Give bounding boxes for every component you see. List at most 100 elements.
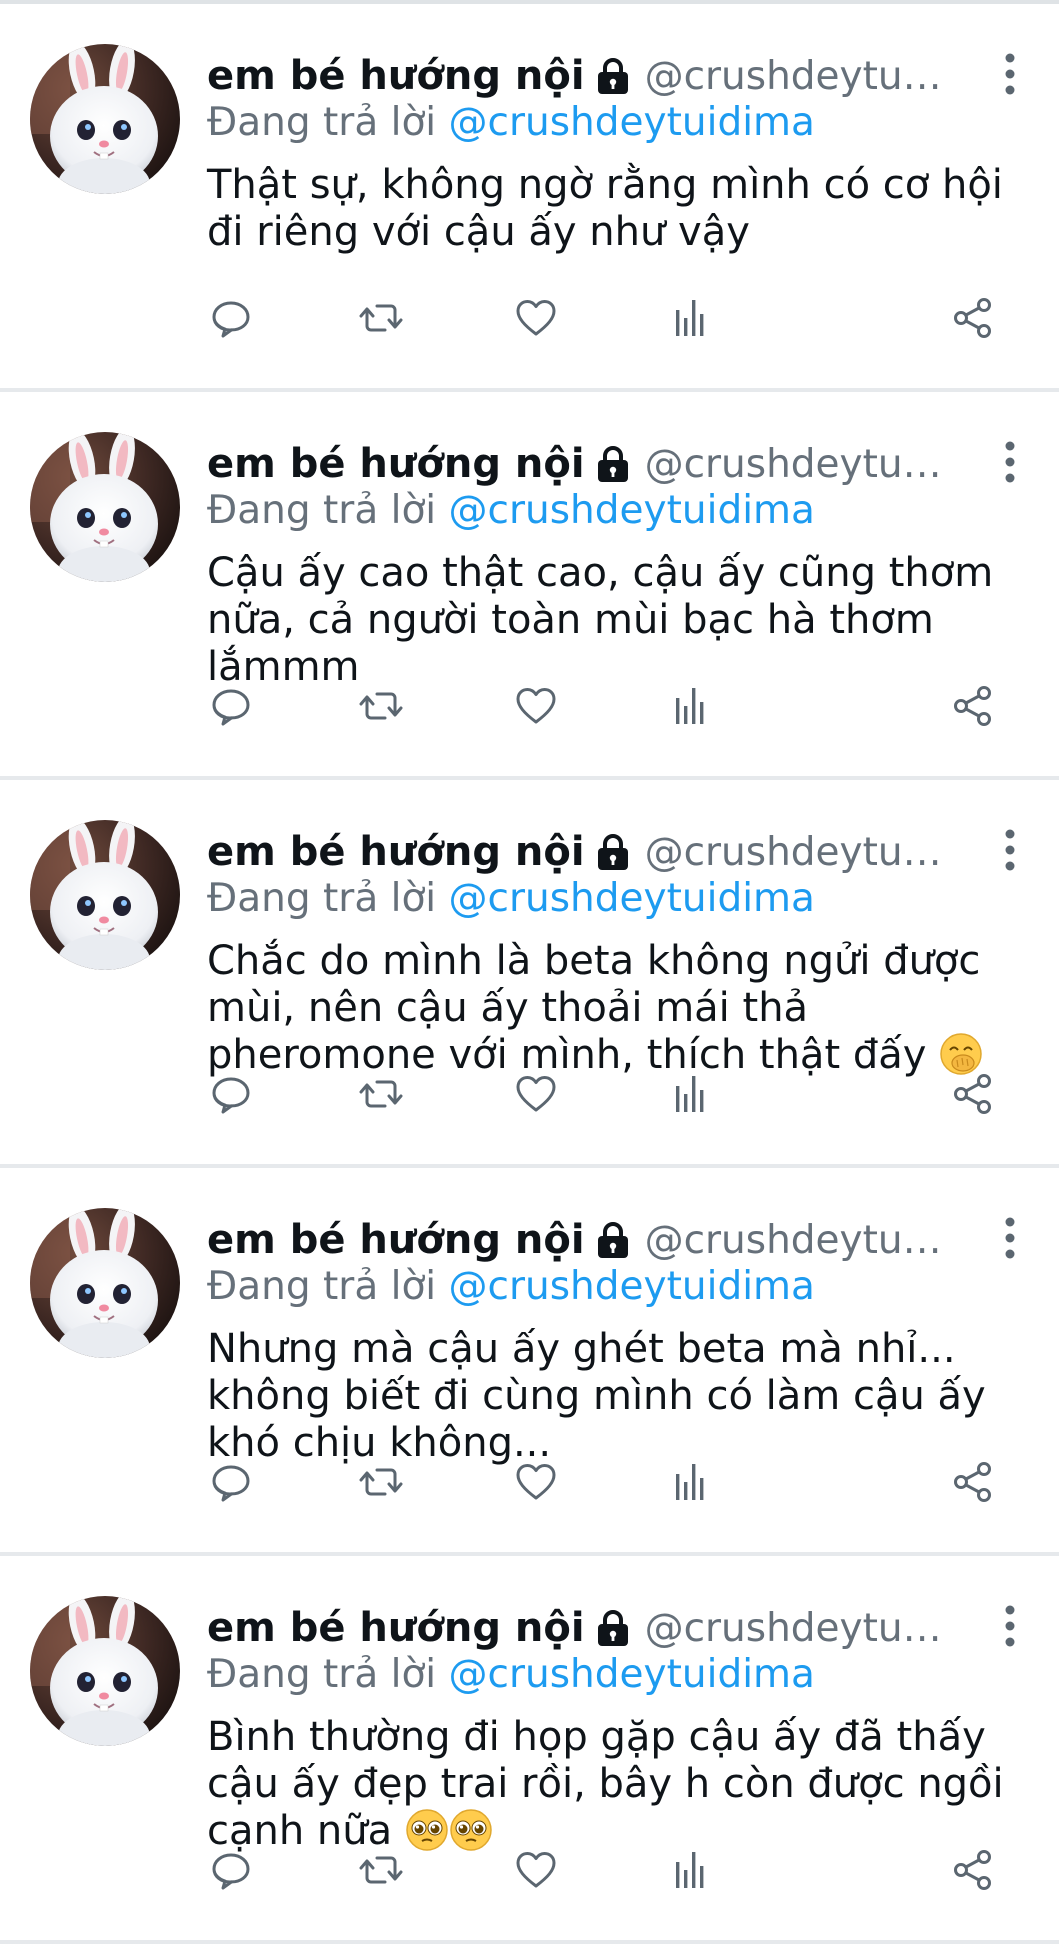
display-name[interactable]: em bé hướng nội	[207, 441, 585, 487]
user-handle[interactable]: @crushdeytuidi···	[645, 1218, 947, 1263]
replying-to: Đang trả lời @crushdeytuidima	[207, 100, 815, 145]
views-button[interactable]	[665, 294, 713, 342]
tweet[interactable]: em bé hướng nội @crushdeytuidi··· Đang t…	[0, 1556, 1059, 1944]
more-vertical-icon[interactable]	[1003, 440, 1017, 484]
retweet-icon	[359, 1080, 403, 1108]
lock-icon	[595, 1220, 631, 1260]
display-name[interactable]: em bé hướng nội	[207, 53, 585, 99]
lock-icon	[595, 1608, 631, 1648]
like-button[interactable]	[512, 294, 560, 342]
analytics-bars-icon	[676, 1076, 704, 1112]
tweet-feed: em bé hướng nội @crushdeytuidi··· Đang t…	[0, 0, 1059, 1944]
share-button[interactable]	[949, 682, 997, 730]
replying-to: Đang trả lời @crushdeytuidima	[207, 1264, 815, 1309]
reply-bubble-icon	[212, 301, 250, 338]
views-button[interactable]	[665, 1070, 713, 1118]
tweet-header: em bé hướng nội @crushdeytuidi···	[207, 436, 947, 492]
analytics-bars-icon	[676, 300, 704, 336]
user-handle[interactable]: @crushdeytuidi···	[645, 54, 947, 99]
lock-icon	[595, 56, 631, 96]
like-button[interactable]	[512, 682, 560, 730]
share-button[interactable]	[949, 1846, 997, 1894]
reply-mention-link[interactable]: @crushdeytuidima	[449, 1264, 815, 1309]
retweet-button[interactable]	[357, 1846, 405, 1894]
replying-to: Đang trả lời @crushdeytuidima	[207, 488, 815, 533]
heart-icon	[516, 688, 556, 724]
tweet-header: em bé hướng nội @crushdeytuidi···	[207, 48, 947, 104]
rabbit-avatar-icon	[30, 432, 180, 582]
more-vertical-icon[interactable]	[1003, 52, 1017, 96]
views-button[interactable]	[665, 682, 713, 730]
display-name[interactable]: em bé hướng nội	[207, 829, 585, 875]
rabbit-avatar-icon	[30, 1596, 180, 1746]
tweet-text-content: Cậu ấy cao thật cao, cậu ấy cũng thơm nữ…	[207, 550, 994, 690]
tweet-actions	[207, 682, 997, 730]
views-button[interactable]	[665, 1458, 713, 1506]
tweet-header: em bé hướng nội @crushdeytuidi···	[207, 1212, 947, 1268]
avatar[interactable]	[30, 1596, 180, 1746]
like-button[interactable]	[512, 1070, 560, 1118]
retweet-button[interactable]	[357, 294, 405, 342]
share-icon	[954, 298, 991, 338]
avatar[interactable]	[30, 1208, 180, 1358]
replying-to-label: Đang trả lời	[207, 100, 449, 145]
like-button[interactable]	[512, 1846, 560, 1894]
analytics-bars-icon	[676, 688, 704, 724]
tweet[interactable]: em bé hướng nội @crushdeytuidi··· Đang t…	[0, 1168, 1059, 1556]
share-icon	[954, 686, 991, 726]
views-button[interactable]	[665, 1846, 713, 1894]
reply-bubble-icon	[212, 1077, 250, 1114]
user-handle[interactable]: @crushdeytuidi···	[645, 1606, 947, 1651]
retweet-icon	[359, 304, 403, 332]
reply-button[interactable]	[207, 682, 255, 730]
analytics-bars-icon	[676, 1464, 704, 1500]
tweet[interactable]: em bé hướng nội @crushdeytuidi··· Đang t…	[0, 4, 1059, 392]
tweet-text-content: Nhưng mà cậu ấy ghét beta mà nhỉ... khôn…	[207, 1326, 986, 1466]
user-handle[interactable]: @crushdeytuidi···	[645, 830, 947, 875]
share-button[interactable]	[949, 1458, 997, 1506]
retweet-button[interactable]	[357, 1458, 405, 1506]
share-button[interactable]	[949, 1070, 997, 1118]
tweet[interactable]: em bé hướng nội @crushdeytuidi··· Đang t…	[0, 392, 1059, 780]
retweet-icon	[359, 1468, 403, 1496]
tweet-text-content: Thật sự, không ngờ rằng mình có cơ hội đ…	[207, 162, 1003, 255]
more-vertical-icon[interactable]	[1003, 1604, 1017, 1648]
more-vertical-icon[interactable]	[1003, 828, 1017, 872]
reply-mention-link[interactable]: @crushdeytuidima	[449, 1652, 815, 1697]
user-handle[interactable]: @crushdeytuidi···	[645, 442, 947, 487]
like-button[interactable]	[512, 1458, 560, 1506]
tweet-actions	[207, 294, 997, 342]
tweet[interactable]: em bé hướng nội @crushdeytuidi··· Đang t…	[0, 780, 1059, 1168]
avatar[interactable]	[30, 820, 180, 970]
retweet-icon	[359, 1856, 403, 1884]
tweet-text-content: Bình thường đi họp gặp cậu ấy đã thấy cậ…	[207, 1714, 1004, 1854]
reply-button[interactable]	[207, 1458, 255, 1506]
analytics-bars-icon	[676, 1852, 704, 1888]
retweet-button[interactable]	[357, 682, 405, 730]
display-name[interactable]: em bé hướng nội	[207, 1217, 585, 1263]
tweet-text-content: Chắc do mình là beta không ngửi được mùi…	[207, 938, 981, 1078]
retweet-button[interactable]	[357, 1070, 405, 1118]
share-button[interactable]	[949, 294, 997, 342]
reply-button[interactable]	[207, 1846, 255, 1894]
heart-icon	[516, 300, 556, 336]
tweet-text: Cậu ấy cao thật cao, cậu ấy cũng thơm nữ…	[207, 550, 1027, 691]
reply-mention-link[interactable]: @crushdeytuidima	[449, 876, 815, 921]
display-name[interactable]: em bé hướng nội	[207, 1605, 585, 1651]
heart-icon	[516, 1852, 556, 1888]
avatar[interactable]	[30, 432, 180, 582]
avatar[interactable]	[30, 44, 180, 194]
retweet-icon	[359, 692, 403, 720]
more-vertical-icon[interactable]	[1003, 1216, 1017, 1260]
reply-bubble-icon	[212, 689, 250, 726]
replying-to: Đang trả lời @crushdeytuidima	[207, 1652, 815, 1697]
reply-mention-link[interactable]: @crushdeytuidima	[449, 488, 815, 533]
reply-button[interactable]	[207, 294, 255, 342]
reply-mention-link[interactable]: @crushdeytuidima	[449, 100, 815, 145]
tweet-text: Chắc do mình là beta không ngửi được mùi…	[207, 938, 1027, 1079]
replying-to-label: Đang trả lời	[207, 1264, 449, 1309]
share-icon	[954, 1850, 991, 1890]
tweet-actions	[207, 1846, 997, 1894]
heart-icon	[516, 1076, 556, 1112]
reply-button[interactable]	[207, 1070, 255, 1118]
